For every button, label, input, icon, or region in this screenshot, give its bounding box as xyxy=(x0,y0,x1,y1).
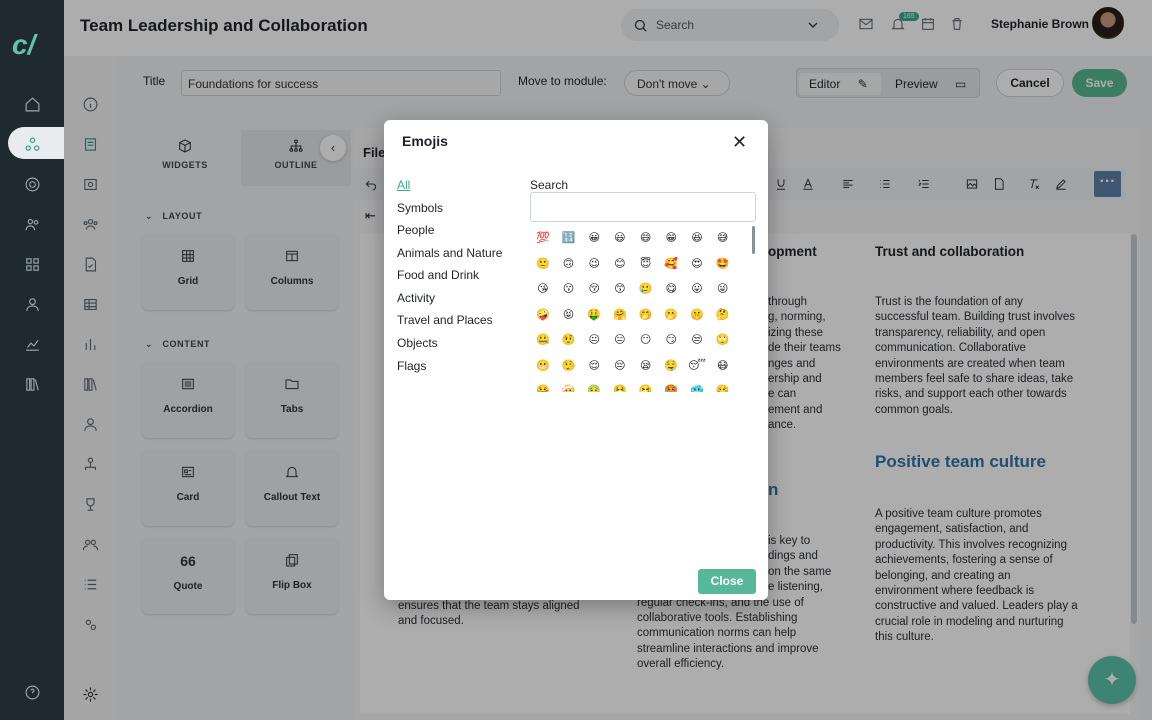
emoji-search-label: Search xyxy=(530,178,569,192)
emoji-cell[interactable]: 😷 xyxy=(710,354,736,378)
emoji-row: 🤐 🤨 😐 😑 😶 😏 😒 🙄 xyxy=(530,328,736,352)
emoji-cell[interactable]: 😆 xyxy=(684,226,710,250)
emoji-cell[interactable]: 🙄 xyxy=(710,328,736,352)
emoji-cell[interactable]: 🤗 xyxy=(607,303,633,327)
emoji-grid-scrollbar[interactable] xyxy=(752,226,755,254)
emoji-cell[interactable]: 🫢 xyxy=(658,303,684,327)
category-flags[interactable]: Flags xyxy=(397,359,426,373)
network-icon[interactable] xyxy=(20,132,44,156)
emoji-cell[interactable]: 🤒 xyxy=(530,379,556,392)
emoji-cell[interactable]: 🤫 xyxy=(684,303,710,327)
emoji-cell[interactable]: 🤢 xyxy=(581,379,607,392)
emoji-cell[interactable]: 🙃 xyxy=(556,252,582,276)
library-icon[interactable] xyxy=(20,372,44,396)
emoji-cell[interactable]: 🤭 xyxy=(633,303,659,327)
emoji-cell[interactable]: 🤪 xyxy=(530,303,556,327)
emoji-cell[interactable]: 😄 xyxy=(633,226,659,250)
app-rail: c/ xyxy=(0,0,120,720)
emoji-cell[interactable]: 🤨 xyxy=(556,328,582,352)
modal-title: Emojis xyxy=(402,133,448,149)
emoji-cell[interactable]: 😇 xyxy=(633,252,659,276)
emoji-cell[interactable]: 🤮 xyxy=(607,379,633,392)
emoji-cell[interactable]: 😑 xyxy=(607,328,633,352)
emoji-search-input[interactable] xyxy=(530,192,756,222)
emoji-cell[interactable]: 😪 xyxy=(633,354,659,378)
emoji-cell[interactable]: 😅 xyxy=(710,226,736,250)
emoji-row: 💯 🔢 😀 😃 😄 😁 😆 😅 xyxy=(530,226,736,250)
emoji-cell[interactable]: 😜 xyxy=(710,277,736,301)
emoji-modal: Emojis ✕ All Symbols People Animals and … xyxy=(384,120,768,600)
emoji-cell[interactable]: 😉 xyxy=(581,252,607,276)
target-icon[interactable] xyxy=(20,172,44,196)
emoji-cell[interactable]: 😃 xyxy=(607,226,633,250)
emoji-cell[interactable]: 🥴 xyxy=(710,379,736,392)
emoji-cell[interactable]: 😝 xyxy=(556,303,582,327)
emoji-cell[interactable]: 🤔 xyxy=(710,303,736,327)
users-icon[interactable] xyxy=(20,212,44,236)
emoji-cell[interactable]: 😴 xyxy=(684,354,710,378)
help-icon[interactable] xyxy=(20,680,44,704)
emoji-row: 🤒 🤕 🤢 🤮 🤧 🥵 🥶 🥴 xyxy=(530,379,736,392)
category-people[interactable]: People xyxy=(397,223,434,237)
emoji-cell[interactable]: 😋 xyxy=(658,277,684,301)
emoji-cell[interactable]: 😒 xyxy=(684,328,710,352)
emoji-cell[interactable]: 😐 xyxy=(581,328,607,352)
emoji-cell[interactable]: 🤤 xyxy=(658,354,684,378)
emoji-cell[interactable]: 😍 xyxy=(684,252,710,276)
emoji-cell[interactable]: 😬 xyxy=(530,354,556,378)
emoji-cell[interactable]: 🤥 xyxy=(556,354,582,378)
emoji-cell[interactable]: 🤐 xyxy=(530,328,556,352)
emoji-cell[interactable]: 🙂 xyxy=(530,252,556,276)
emoji-cell[interactable]: 😗 xyxy=(556,277,582,301)
emoji-cell[interactable]: 😊 xyxy=(607,252,633,276)
category-symbols[interactable]: Symbols xyxy=(397,201,443,215)
emoji-cell[interactable]: 🤕 xyxy=(556,379,582,392)
emoji-cell[interactable]: 🤧 xyxy=(633,379,659,392)
emoji-cell[interactable]: 😶 xyxy=(633,328,659,352)
category-food[interactable]: Food and Drink xyxy=(397,268,479,282)
emoji-cell[interactable]: 😚 xyxy=(581,277,607,301)
emoji-row: 🤪 😝 🤑 🤗 🤭 🫢 🤫 🤔 xyxy=(530,303,736,327)
emoji-cell[interactable]: 🤑 xyxy=(581,303,607,327)
emoji-cell[interactable]: 🔢 xyxy=(556,226,582,250)
category-activity[interactable]: Activity xyxy=(397,291,435,305)
category-objects[interactable]: Objects xyxy=(397,336,438,350)
close-button[interactable]: Close xyxy=(698,569,756,594)
emoji-grid: 💯 🔢 😀 😃 😄 😁 😆 😅 🙂 🙃 😉 😊 😇 🥰 😍 🤩 😘 😗 😚 😙 🥲 😋 😛 😜 🤪 😝 🤑 🤗 🤭 🫢 🤫 🤔 🤐 🤨 😐 😑 😶 😏 😒 🙄… xyxy=(530,226,744,392)
app-logo[interactable]: c/ xyxy=(12,30,52,60)
emoji-cell[interactable]: 🥵 xyxy=(658,379,684,392)
emoji-cell[interactable]: 😔 xyxy=(607,354,633,378)
emoji-cell[interactable]: 😁 xyxy=(658,226,684,250)
person-icon[interactable] xyxy=(20,292,44,316)
category-animals[interactable]: Animals and Nature xyxy=(397,246,502,260)
emoji-cell[interactable]: 😛 xyxy=(684,277,710,301)
apps-grid-icon[interactable] xyxy=(20,252,44,276)
emoji-cell[interactable]: 💯 xyxy=(530,226,556,250)
category-travel[interactable]: Travel and Places xyxy=(397,313,493,327)
close-icon[interactable]: ✕ xyxy=(732,133,748,151)
home-icon[interactable] xyxy=(20,92,44,116)
emoji-cell[interactable]: 🤩 xyxy=(710,252,736,276)
category-all[interactable]: All xyxy=(397,178,410,192)
emoji-cell[interactable]: 😏 xyxy=(658,328,684,352)
emoji-cell[interactable]: 🥲 xyxy=(633,277,659,301)
analytics-icon[interactable] xyxy=(20,332,44,356)
emoji-cell[interactable]: 🥶 xyxy=(684,379,710,392)
emoji-cell[interactable]: 😌 xyxy=(581,354,607,378)
emoji-cell[interactable]: 😙 xyxy=(607,277,633,301)
emoji-cell[interactable]: 😀 xyxy=(581,226,607,250)
emoji-cell[interactable]: 😘 xyxy=(530,277,556,301)
emoji-cell[interactable]: 🥰 xyxy=(658,252,684,276)
emoji-row: 😬 🤥 😌 😔 😪 🤤 😴 😷 xyxy=(530,354,736,378)
emoji-row: 🙂 🙃 😉 😊 😇 🥰 😍 🤩 xyxy=(530,252,736,276)
emoji-row: 😘 😗 😚 😙 🥲 😋 😛 😜 xyxy=(530,277,736,301)
